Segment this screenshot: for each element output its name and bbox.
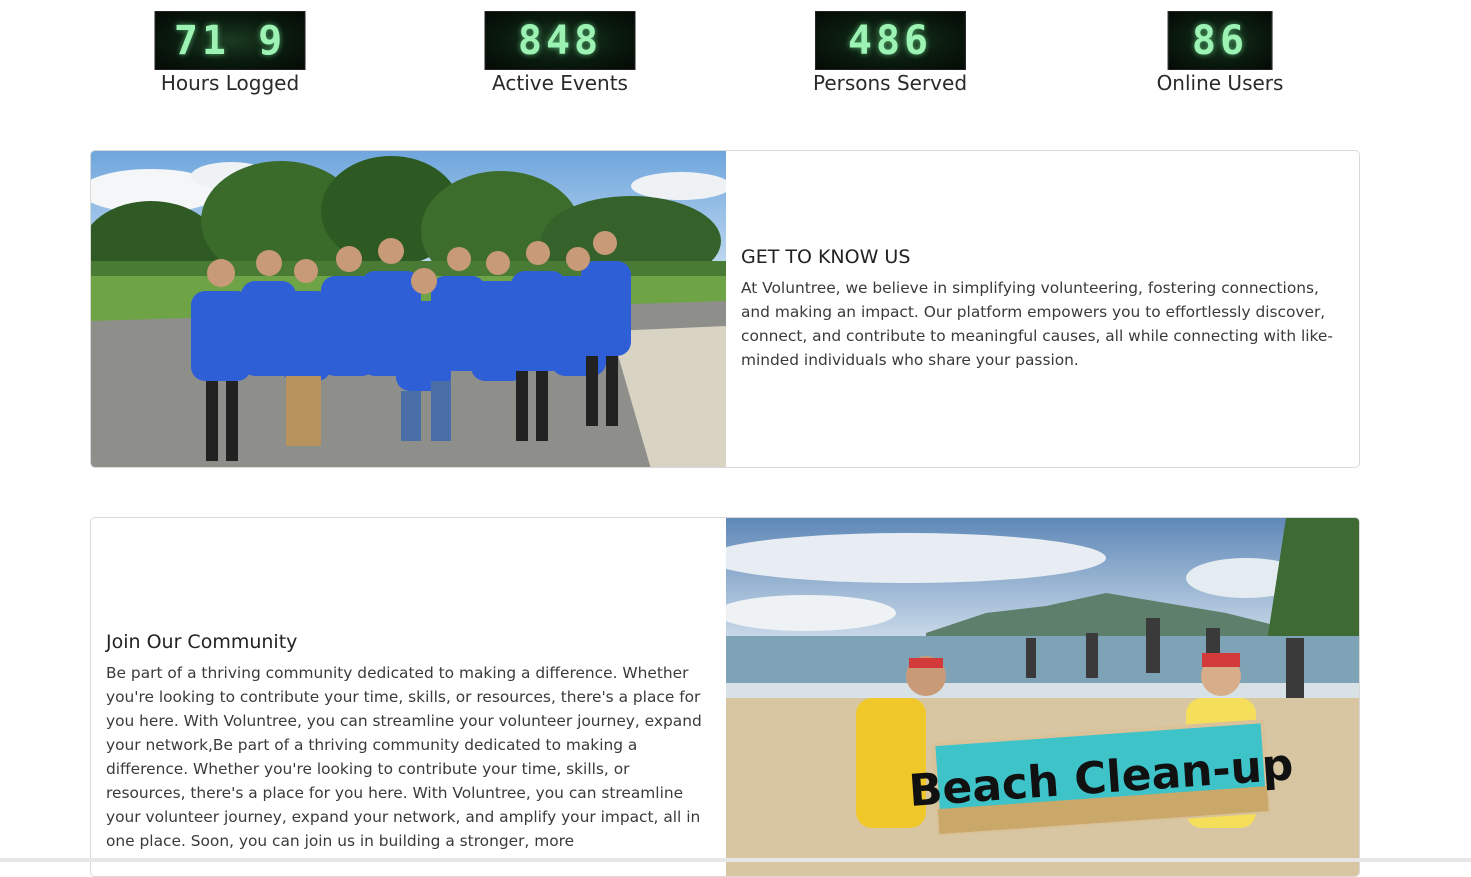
community-title: Join Our Community <box>106 631 298 653</box>
counter-display: 486 <box>814 11 966 70</box>
stat-hours-logged: 71 9 Hours Logged <box>154 11 306 95</box>
about-text: GET TO KNOW US At Voluntree, we believe … <box>741 246 1351 372</box>
community-text: Join Our Community Be part of a thriving… <box>106 631 711 853</box>
about-card: GET TO KNOW US At Voluntree, we believe … <box>90 150 1360 468</box>
beach-cleanup-photo: Beach Clean-up <box>726 518 1359 876</box>
counter-display: 86 <box>1167 11 1273 70</box>
counter-display: 71 9 <box>154 11 306 70</box>
stat-persons-served: 486 Persons Served <box>813 11 967 95</box>
counter-display: 848 <box>484 11 636 70</box>
page-bottom-edge <box>0 858 1471 862</box>
about-title: GET TO KNOW US <box>741 246 911 268</box>
about-body: At Voluntree, we believe in simplifying … <box>741 279 1333 369</box>
volunteer-group-photo <box>91 151 726 467</box>
stat-label: Online Users <box>1156 71 1284 95</box>
stat-active-events: 848 Active Events <box>484 11 636 95</box>
community-body: Be part of a thriving community dedicate… <box>106 664 702 850</box>
stat-label: Active Events <box>492 71 628 95</box>
stats-bar: 71 9 Hours Logged 848 Active Events 486 … <box>0 0 1471 110</box>
community-card: Join Our Community Be part of a thriving… <box>90 517 1360 877</box>
stat-label: Hours Logged <box>160 71 300 95</box>
stat-online-users: 86 Online Users <box>1156 11 1284 95</box>
stat-label: Persons Served <box>812 71 968 95</box>
